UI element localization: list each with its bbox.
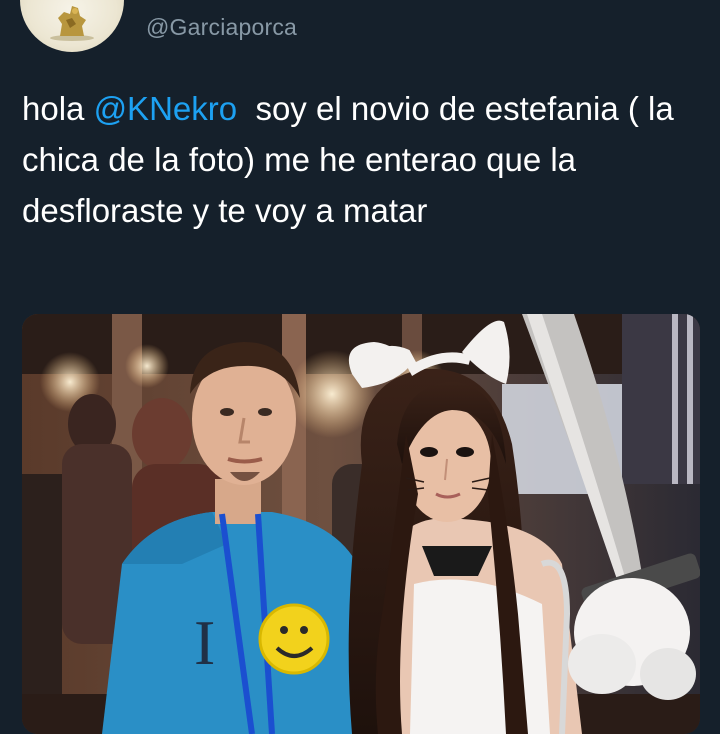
shirt-print-letter: I [194,607,215,678]
user-handle[interactable]: @Garciaporca [146,14,297,41]
avatar-figure-icon [50,6,94,41]
avatar[interactable] [20,0,124,52]
tweet-text-start: hola [22,90,94,127]
tweet-photo[interactable]: I [22,314,700,734]
tweet-header: @Garciaporca [0,0,720,60]
tweet-text: hola @KNekro soy el novio de estefania (… [22,83,702,236]
mention-link[interactable]: @KNekro [94,90,238,127]
photo-illustration: I [22,314,700,734]
